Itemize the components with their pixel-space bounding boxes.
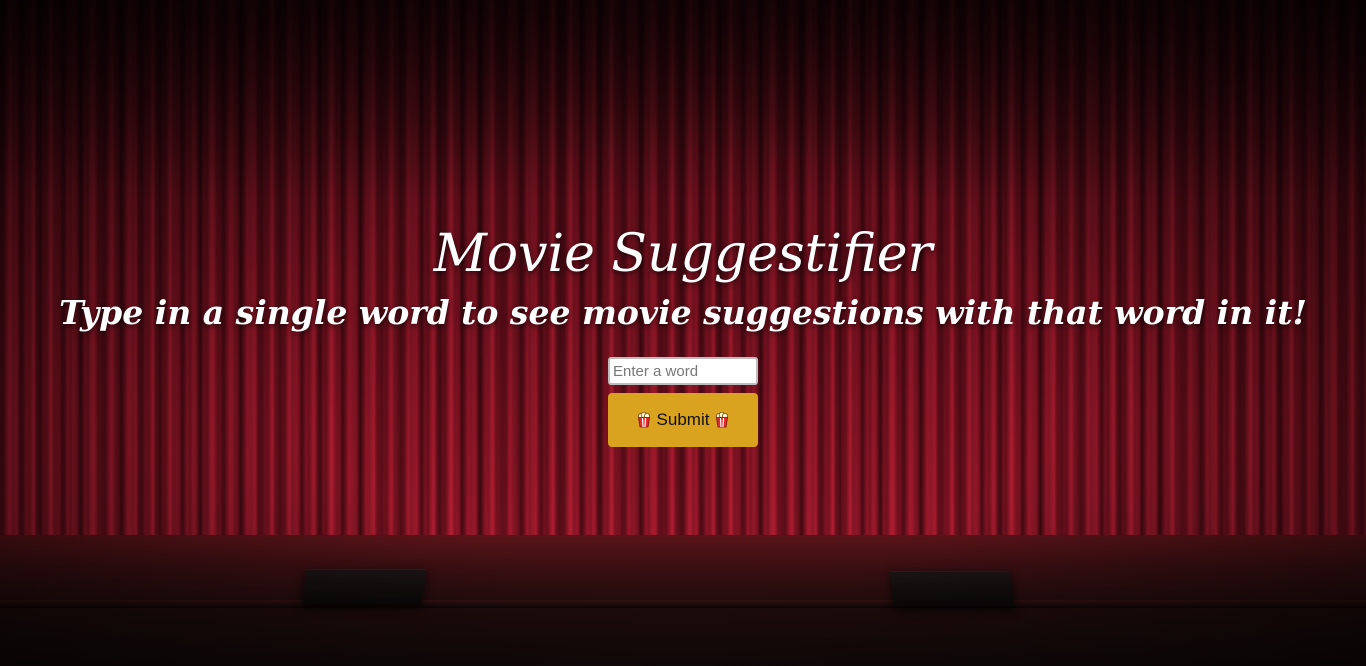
word-input[interactable] — [608, 357, 758, 385]
popcorn-icon — [637, 411, 651, 428]
submit-button[interactable]: Submit — [608, 393, 758, 447]
page-title: Movie Suggestifier — [433, 224, 933, 284]
page-subtitle: Type in a single word to see movie sugge… — [59, 293, 1307, 332]
theater-background: Movie Suggestifier Type in a single word… — [0, 0, 1366, 666]
submit-label: Submit — [656, 410, 710, 429]
popcorn-icon — [715, 411, 729, 428]
main-content: Movie Suggestifier Type in a single word… — [0, 0, 1366, 666]
